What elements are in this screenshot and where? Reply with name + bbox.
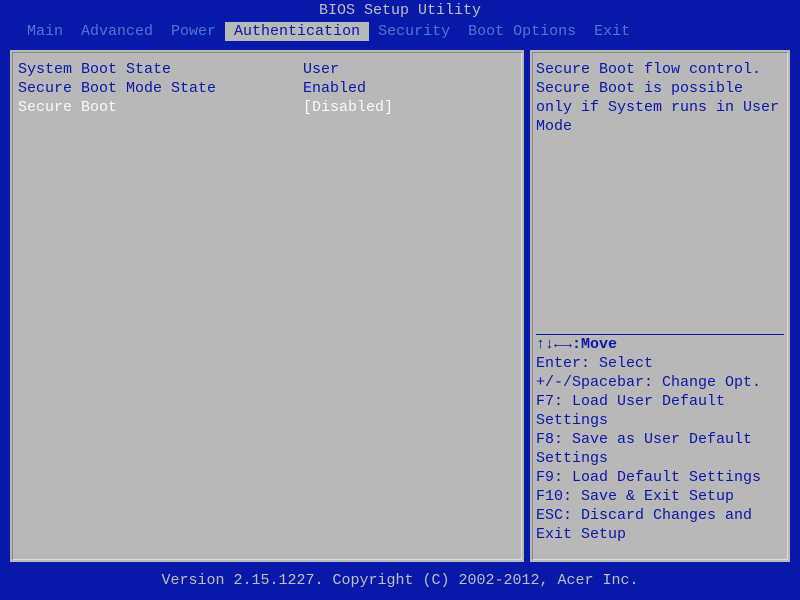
setting-value: User xyxy=(303,60,339,79)
key-hints: ↑↓←→:Move Enter: Select +/-/Spacebar: Ch… xyxy=(536,335,784,552)
menu-bar: Main Advanced Power Authentication Secur… xyxy=(0,21,800,42)
menu-authentication[interactable]: Authentication xyxy=(225,22,369,41)
title-bar: BIOS Setup Utility xyxy=(0,0,800,21)
setting-secure-boot[interactable]: Secure Boot [Disabled] xyxy=(18,98,516,117)
setting-label: Secure Boot Mode State xyxy=(18,79,303,98)
content-panel: System Boot State User Secure Boot Mode … xyxy=(8,48,525,564)
hint-f10: F10: Save & Exit Setup xyxy=(536,487,784,506)
footer-bar: Version 2.15.1227. Copyright (C) 2002-20… xyxy=(0,570,800,591)
setting-value: Enabled xyxy=(303,79,366,98)
menu-boot-options[interactable]: Boot Options xyxy=(459,22,585,41)
menu-security[interactable]: Security xyxy=(369,22,459,41)
help-description: Secure Boot flow control. Secure Boot is… xyxy=(536,60,784,136)
hint-change: +/-/Spacebar: Change Opt. xyxy=(536,373,784,392)
hint-f9: F9: Load Default Settings xyxy=(536,468,784,487)
menu-power[interactable]: Power xyxy=(162,22,225,41)
setting-system-boot-state: System Boot State User xyxy=(18,60,516,79)
setting-label: System Boot State xyxy=(18,60,303,79)
arrows-icon: ↑↓←→:Move xyxy=(536,336,617,353)
menu-exit[interactable]: Exit xyxy=(585,22,639,41)
hint-esc: ESC: Discard Changes and Exit Setup xyxy=(536,506,784,544)
hint-f7: F7: Load User Default Settings xyxy=(536,392,784,430)
menu-main[interactable]: Main xyxy=(18,22,72,41)
menu-advanced[interactable]: Advanced xyxy=(72,22,162,41)
setting-value[interactable]: [Disabled] xyxy=(303,98,393,117)
hint-enter: Enter: Select xyxy=(536,354,784,373)
hint-move: ↑↓←→:Move xyxy=(536,335,784,354)
main-area: System Boot State User Secure Boot Mode … xyxy=(0,42,800,570)
setting-label: Secure Boot xyxy=(18,98,303,117)
setting-secure-boot-mode-state: Secure Boot Mode State Enabled xyxy=(18,79,516,98)
hint-f8: F8: Save as User Default Settings xyxy=(536,430,784,468)
help-panel: Secure Boot flow control. Secure Boot is… xyxy=(529,48,792,564)
